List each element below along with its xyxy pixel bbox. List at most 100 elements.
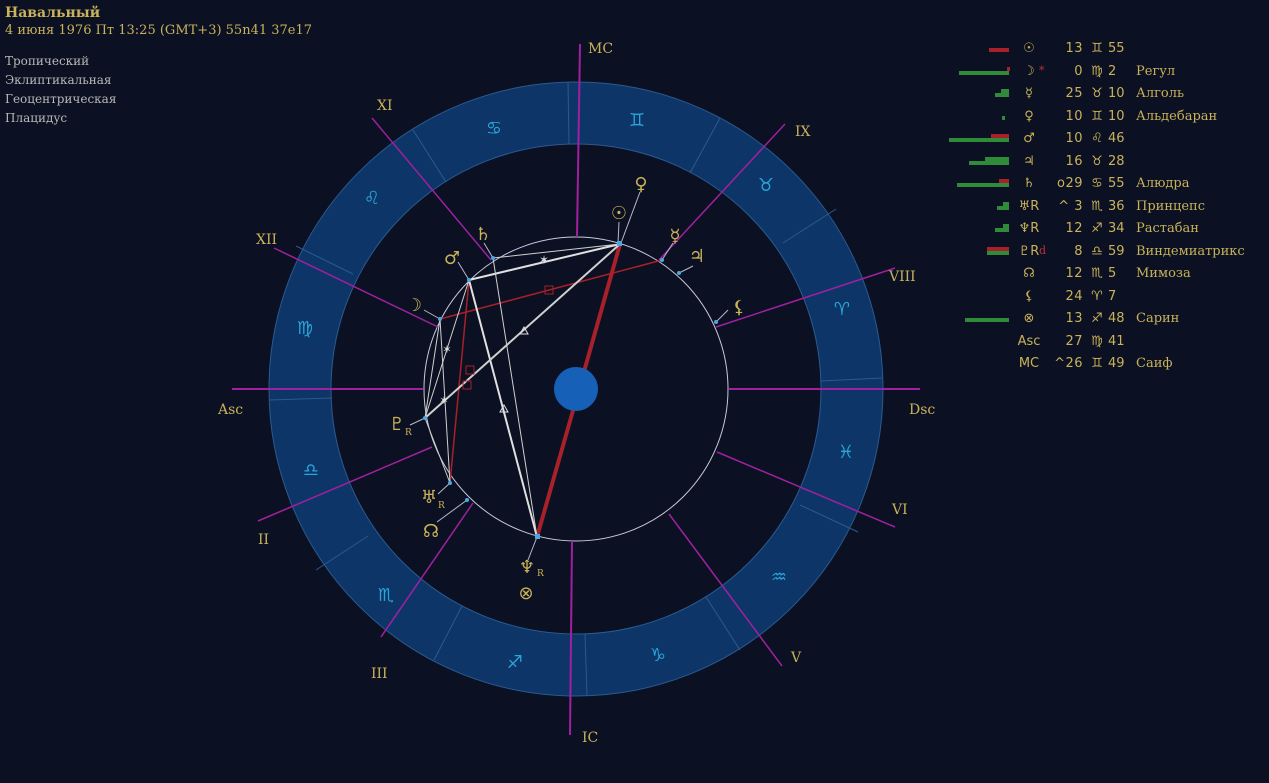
planet-minutes: 2 [1108,63,1117,79]
strength-bar [995,93,1009,97]
pointer [483,242,494,259]
planet-row[interactable]: ♅R ^ 3 ♏ 36 Принцепс [945,197,1265,220]
planet-minutes: 49 [1108,356,1125,371]
pluto-glyph[interactable]: ♇ [389,414,405,435]
moon-dot [438,317,442,321]
strength-bar [949,138,1009,142]
planet-row[interactable]: ♆R 12 ♐ 34 Растабан [945,219,1265,242]
sign-aquarius-glyph: ♒ [771,567,787,588]
planet-degree: 13 [1065,311,1083,326]
planet-row[interactable]: ♃ 16 ♉ 28 [945,152,1265,175]
strength-bar [999,179,1009,183]
strength-bar [1003,224,1009,228]
planet-minutes: 34 [1108,221,1125,236]
mercury-glyph[interactable]: ☿ [669,226,680,247]
neptune-glyph[interactable]: ♆ [519,557,535,578]
planet-degree: 24 [1065,288,1083,304]
dsc-label: Dsc [909,402,935,418]
fixed-star: Алюдра [1136,176,1190,191]
planet-glyph: ♅R [1018,198,1040,214]
planet-minutes: 46 [1108,131,1125,146]
planet-row[interactable]: ⚸ 24 ♈ 7 [945,287,1265,310]
saturn-glyph[interactable]: ♄ [475,224,491,245]
planet-glyph: ♃ [1023,153,1035,169]
neptune-retro-mark: R [537,569,544,579]
planet-glyph: ☉ [1023,41,1035,56]
fortune-glyph[interactable]: ⊗ [518,583,533,604]
planet-row[interactable]: MC ^26 ♊ 49 Саиф [945,354,1265,377]
planet-glyph: ♂ [1023,131,1035,146]
uranus-glyph[interactable]: ♅ [421,487,437,508]
planet-glyph: MC [1018,356,1040,371]
planet-degree: 12 [1065,266,1083,281]
planet-row[interactable]: ☿ 25 ♉ 10 Алголь [945,84,1265,107]
strength-bar [1007,66,1010,71]
planet-minutes: 28 [1108,153,1125,169]
planet-row[interactable]: ☉ 13 ♊ 55 [945,39,1265,62]
planet-row[interactable]: ♄ o29 ♋ 55 Алюдра [945,174,1265,197]
house-vi-label: VI [891,502,908,518]
fixed-star: Альдебаран [1136,108,1218,124]
sign-sagittarius-glyph: ♐ [507,652,523,673]
planet-row[interactable]: ☽ * 0 ♍ 2 Регул [945,62,1265,85]
planet-degree: 25 [1065,86,1083,101]
pointer [409,417,426,426]
house-iii-label: III [371,666,388,682]
jupiter-glyph[interactable]: ♃ [689,246,705,267]
sun-glyph[interactable]: ☉ [611,203,627,224]
planet-degree: 13 [1065,41,1083,56]
planet-glyph: ♄ [1023,176,1035,191]
sextile-aspect-marker: ✶ [539,253,549,267]
planet-row[interactable]: Asc 27 ♍ 41 [945,332,1265,355]
planet-positions-table: ☉ 13 ♊ 55 ☽ * 0 ♍ 2 Регул ☿ 25 ♉ 10 Алголь ♀ 10 ♊ 10 Альдеб… [945,39,1265,377]
planet-glyph: ☿ [1025,86,1033,101]
strength-bar [987,250,1009,255]
sign-virgo-glyph: ♍ [297,318,313,339]
mercury-dot [660,258,664,262]
planet-degree: ^26 [1054,356,1083,371]
planet-row[interactable]: ♂ 10 ♌ 46 [945,129,1265,152]
node-glyph[interactable]: ☊ [423,521,439,542]
planet-row[interactable]: ♇R d 8 ♎ 59 Виндемиатрикс [945,242,1265,265]
planet-row[interactable]: ☊ 12 ♏ 5 Мимоза [945,264,1265,287]
sign-gemini-glyph: ♊ [629,110,645,131]
planet-sign: ♉ [1091,86,1103,101]
lilith-glyph[interactable]: ⚸ [732,297,745,318]
planet-glyph: ♇R [1018,243,1040,259]
neptune-dot [535,534,540,539]
earth-center [554,367,598,411]
strength-bar [985,156,1009,161]
jupiter-dot [677,271,681,275]
fixed-star: Алголь [1136,86,1185,101]
planet-degree: 10 [1065,108,1083,124]
strength-bar [1002,115,1005,120]
aspect-line [439,259,663,320]
aspect-lines: ✶ ✶ ✶ [424,243,663,538]
planet-degree: 0 [1074,63,1083,79]
house-ix-label: IX [795,124,811,140]
planet-row[interactable]: ♀ 10 ♊ 10 Альдебаран [945,107,1265,130]
planet-minutes: 55 [1108,176,1125,191]
planet-minutes: 59 [1108,243,1125,259]
house-viii-label: VIII [888,269,916,285]
strength-bar [959,70,1009,75]
planet-sign: ♊ [1091,356,1103,371]
strength-bar [969,160,1009,165]
house-v-label: V [790,650,802,666]
mars-glyph[interactable]: ♂ [444,248,460,269]
strength-bar [989,48,1009,52]
planet-sign: ♈ [1091,288,1103,304]
house-xii-label: XII [256,232,277,248]
square-aspect-marker [465,365,475,375]
planet-row[interactable]: ⊗ 13 ♐ 48 Сарин [945,309,1265,332]
planet-sign: ♊ [1091,108,1103,124]
lilith-dot [714,320,718,324]
planet-sign: ♉ [1091,153,1103,169]
pluto-dot [423,416,427,420]
pointer [678,265,694,274]
venus-glyph[interactable]: ♀ [634,174,647,195]
fixed-star: Мимоза [1136,266,1191,281]
moon-glyph[interactable]: ☽ [406,295,422,316]
planet-sign: ♎ [1091,243,1103,259]
sign-aries-glyph: ♈ [834,299,850,320]
